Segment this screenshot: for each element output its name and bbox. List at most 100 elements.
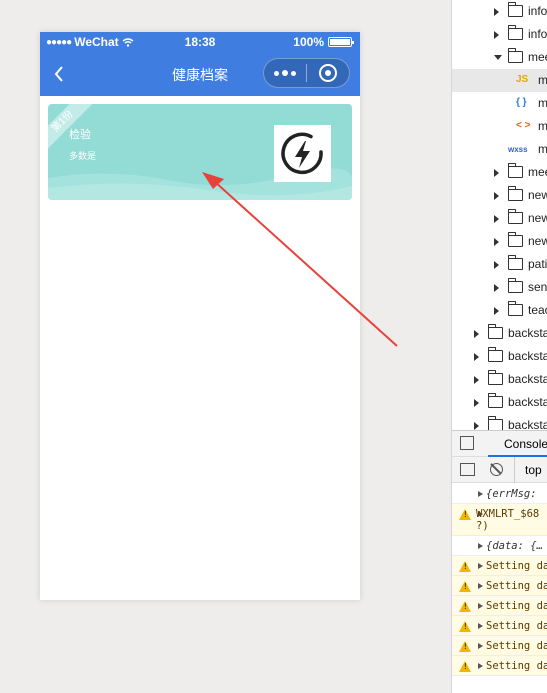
status-bar: ●●●●● WeChat 18:38 100% <box>40 32 360 52</box>
console-message-text: Setting da <box>486 660 547 672</box>
console-message-text: Setting da <box>486 580 547 592</box>
folder-icon <box>508 186 523 201</box>
wxml-file-icon: < > <box>516 120 531 131</box>
file-tree-item[interactable]: new <box>452 184 547 207</box>
console-warning[interactable]: Setting da <box>452 596 547 616</box>
expand-arrow-icon[interactable] <box>478 583 483 589</box>
folder-icon <box>508 232 523 247</box>
expand-arrow-icon[interactable] <box>478 623 483 629</box>
file-tree-label: m <box>538 73 547 87</box>
menu-capsule <box>263 58 350 88</box>
file-tree-item[interactable]: new <box>452 230 547 253</box>
console-warning[interactable]: Setting da <box>452 656 547 676</box>
battery-icon <box>328 37 354 47</box>
console-warning[interactable]: Setting da <box>452 576 547 596</box>
folder-icon <box>508 278 523 293</box>
devtools-panel: info info mee JS m { } m < > m wxss m mee new new new p… <box>451 0 547 693</box>
file-tree-item[interactable]: wxss m <box>452 138 547 161</box>
expand-arrow-icon[interactable] <box>478 491 483 497</box>
expand-arrow-icon[interactable] <box>478 643 483 649</box>
file-tree-item[interactable]: pati <box>452 253 547 276</box>
file-tree-item[interactable]: backsta <box>452 345 547 368</box>
file-tree-item[interactable]: JS m <box>452 69 547 92</box>
collapsed-arrow-icon[interactable] <box>494 192 499 200</box>
file-tree-item[interactable]: < > m <box>452 115 547 138</box>
file-tree-item[interactable]: teac <box>452 299 547 322</box>
collapsed-arrow-icon[interactable] <box>494 169 499 177</box>
page-content: 第1份 检验 多数是 <box>40 96 360 208</box>
file-tree-label: pati <box>528 257 547 271</box>
folder-icon <box>488 393 503 408</box>
warning-icon <box>459 601 471 612</box>
tab-console[interactable]: Console <box>488 431 547 457</box>
file-tree-item[interactable]: backsta <box>452 322 547 345</box>
console-log[interactable]: {errMsg: <box>452 484 547 504</box>
collapsed-arrow-icon[interactable] <box>494 261 499 269</box>
json-file-icon: { } <box>516 97 527 108</box>
expand-arrow-icon[interactable] <box>478 543 483 549</box>
collapsed-arrow-icon[interactable] <box>494 284 499 292</box>
file-tree-label: new <box>528 188 547 202</box>
collapsed-arrow-icon[interactable] <box>474 399 479 407</box>
collapsed-arrow-icon[interactable] <box>474 353 479 361</box>
file-tree-item[interactable]: backsta <box>452 391 547 414</box>
folder-icon <box>508 48 523 63</box>
collapsed-arrow-icon[interactable] <box>474 422 479 430</box>
folder-icon <box>488 347 503 362</box>
wxss-file-icon: wxss <box>508 145 528 154</box>
console-warning[interactable]: Setting da <box>452 616 547 636</box>
file-tree-label: backsta <box>508 372 547 386</box>
expand-arrow-icon[interactable] <box>478 663 483 669</box>
card-name: 检验 <box>69 129 91 141</box>
file-tree-item[interactable]: sen <box>452 276 547 299</box>
collapsed-arrow-icon[interactable] <box>494 307 499 315</box>
file-tree-item[interactable]: mee <box>452 161 547 184</box>
console-warning[interactable]: Setting da <box>452 636 547 656</box>
sidebar-toggle-icon[interactable] <box>460 463 475 476</box>
file-tree-item[interactable]: new <box>452 207 547 230</box>
folder-icon <box>488 324 503 339</box>
context-selector[interactable]: top <box>514 457 542 483</box>
file-tree-label: backsta <box>508 326 547 340</box>
collapsed-arrow-icon[interactable] <box>494 8 499 16</box>
console-toolbar: top <box>452 457 547 483</box>
more-dots-icon <box>274 70 279 76</box>
file-tree-label: teac <box>528 303 547 317</box>
warning-icon <box>459 561 471 572</box>
collapsed-arrow-icon[interactable] <box>474 376 479 384</box>
expand-arrow-icon[interactable] <box>478 603 483 609</box>
file-tree-item[interactable]: backsta <box>452 368 547 391</box>
folder-icon <box>508 255 523 270</box>
warning-icon <box>459 641 471 652</box>
record-card[interactable]: 第1份 检验 多数是 <box>48 104 352 200</box>
file-tree-label: mee <box>528 165 547 179</box>
file-tree-item[interactable]: info <box>452 23 547 46</box>
more-menu-button[interactable] <box>264 59 306 87</box>
warning-icon <box>459 581 471 592</box>
close-miniprogram-button[interactable] <box>307 59 349 87</box>
file-tree-item[interactable]: { } m <box>452 92 547 115</box>
file-tree: info info mee JS m { } m < > m wxss m mee new new new p… <box>452 0 547 437</box>
file-tree-item[interactable]: info <box>452 0 547 23</box>
console-message-text: Setting da <box>486 600 547 612</box>
console-warning[interactable]: WXMLRT_$68?) <box>452 504 547 536</box>
folder-icon <box>508 301 523 316</box>
console-messages: {errMsg: WXMLRT_$68?) {data: {… Setting da… <box>452 484 547 676</box>
inspect-element-icon[interactable] <box>460 436 474 450</box>
file-tree-label: info <box>528 4 547 18</box>
clear-console-icon[interactable] <box>490 463 503 476</box>
folder-icon <box>508 25 523 40</box>
expanded-arrow-icon[interactable] <box>494 55 502 60</box>
console-log[interactable]: {data: {… <box>452 536 547 556</box>
collapsed-arrow-icon[interactable] <box>494 31 499 39</box>
status-battery: 100% <box>293 35 354 49</box>
file-tree-label: new <box>528 211 547 225</box>
console-tab-bar: Console <box>452 431 547 457</box>
expand-arrow-icon[interactable] <box>478 563 483 569</box>
console-warning[interactable]: Setting da <box>452 556 547 576</box>
file-tree-item[interactable]: mee <box>452 46 547 69</box>
collapsed-arrow-icon[interactable] <box>494 238 499 246</box>
js-file-icon: JS <box>516 74 529 85</box>
collapsed-arrow-icon[interactable] <box>494 215 499 223</box>
collapsed-arrow-icon[interactable] <box>474 330 479 338</box>
